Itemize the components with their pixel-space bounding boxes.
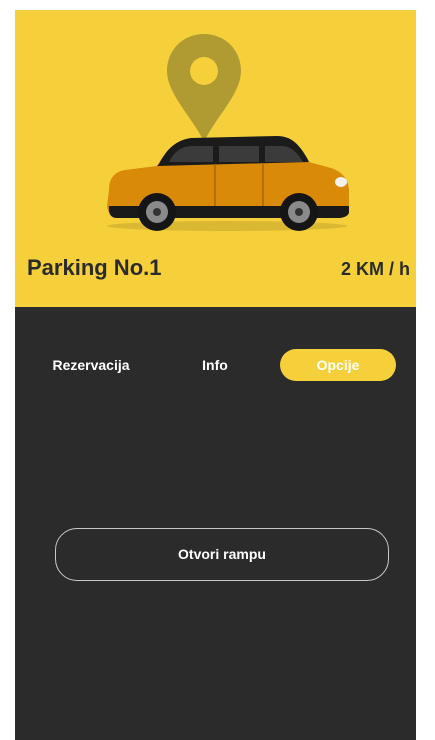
tab-opcije[interactable]: Opcije	[280, 349, 396, 381]
parking-card: Parking No.1 2 KM / h Rezervacija Info O…	[15, 10, 416, 740]
open-ramp-button[interactable]: Otvori rampu	[55, 528, 389, 581]
parking-title: Parking No.1	[27, 255, 162, 280]
car-image	[107, 136, 349, 231]
tab-info[interactable]: Info	[195, 349, 235, 381]
speed-label: 2 KM / h	[340, 259, 410, 279]
tab-rezervacija[interactable]: Rezervacija	[45, 349, 137, 381]
hero-section: Parking No.1 2 KM / h	[15, 10, 416, 307]
options-panel: Rezervacija Info Opcije Otvori rampu	[15, 307, 416, 740]
